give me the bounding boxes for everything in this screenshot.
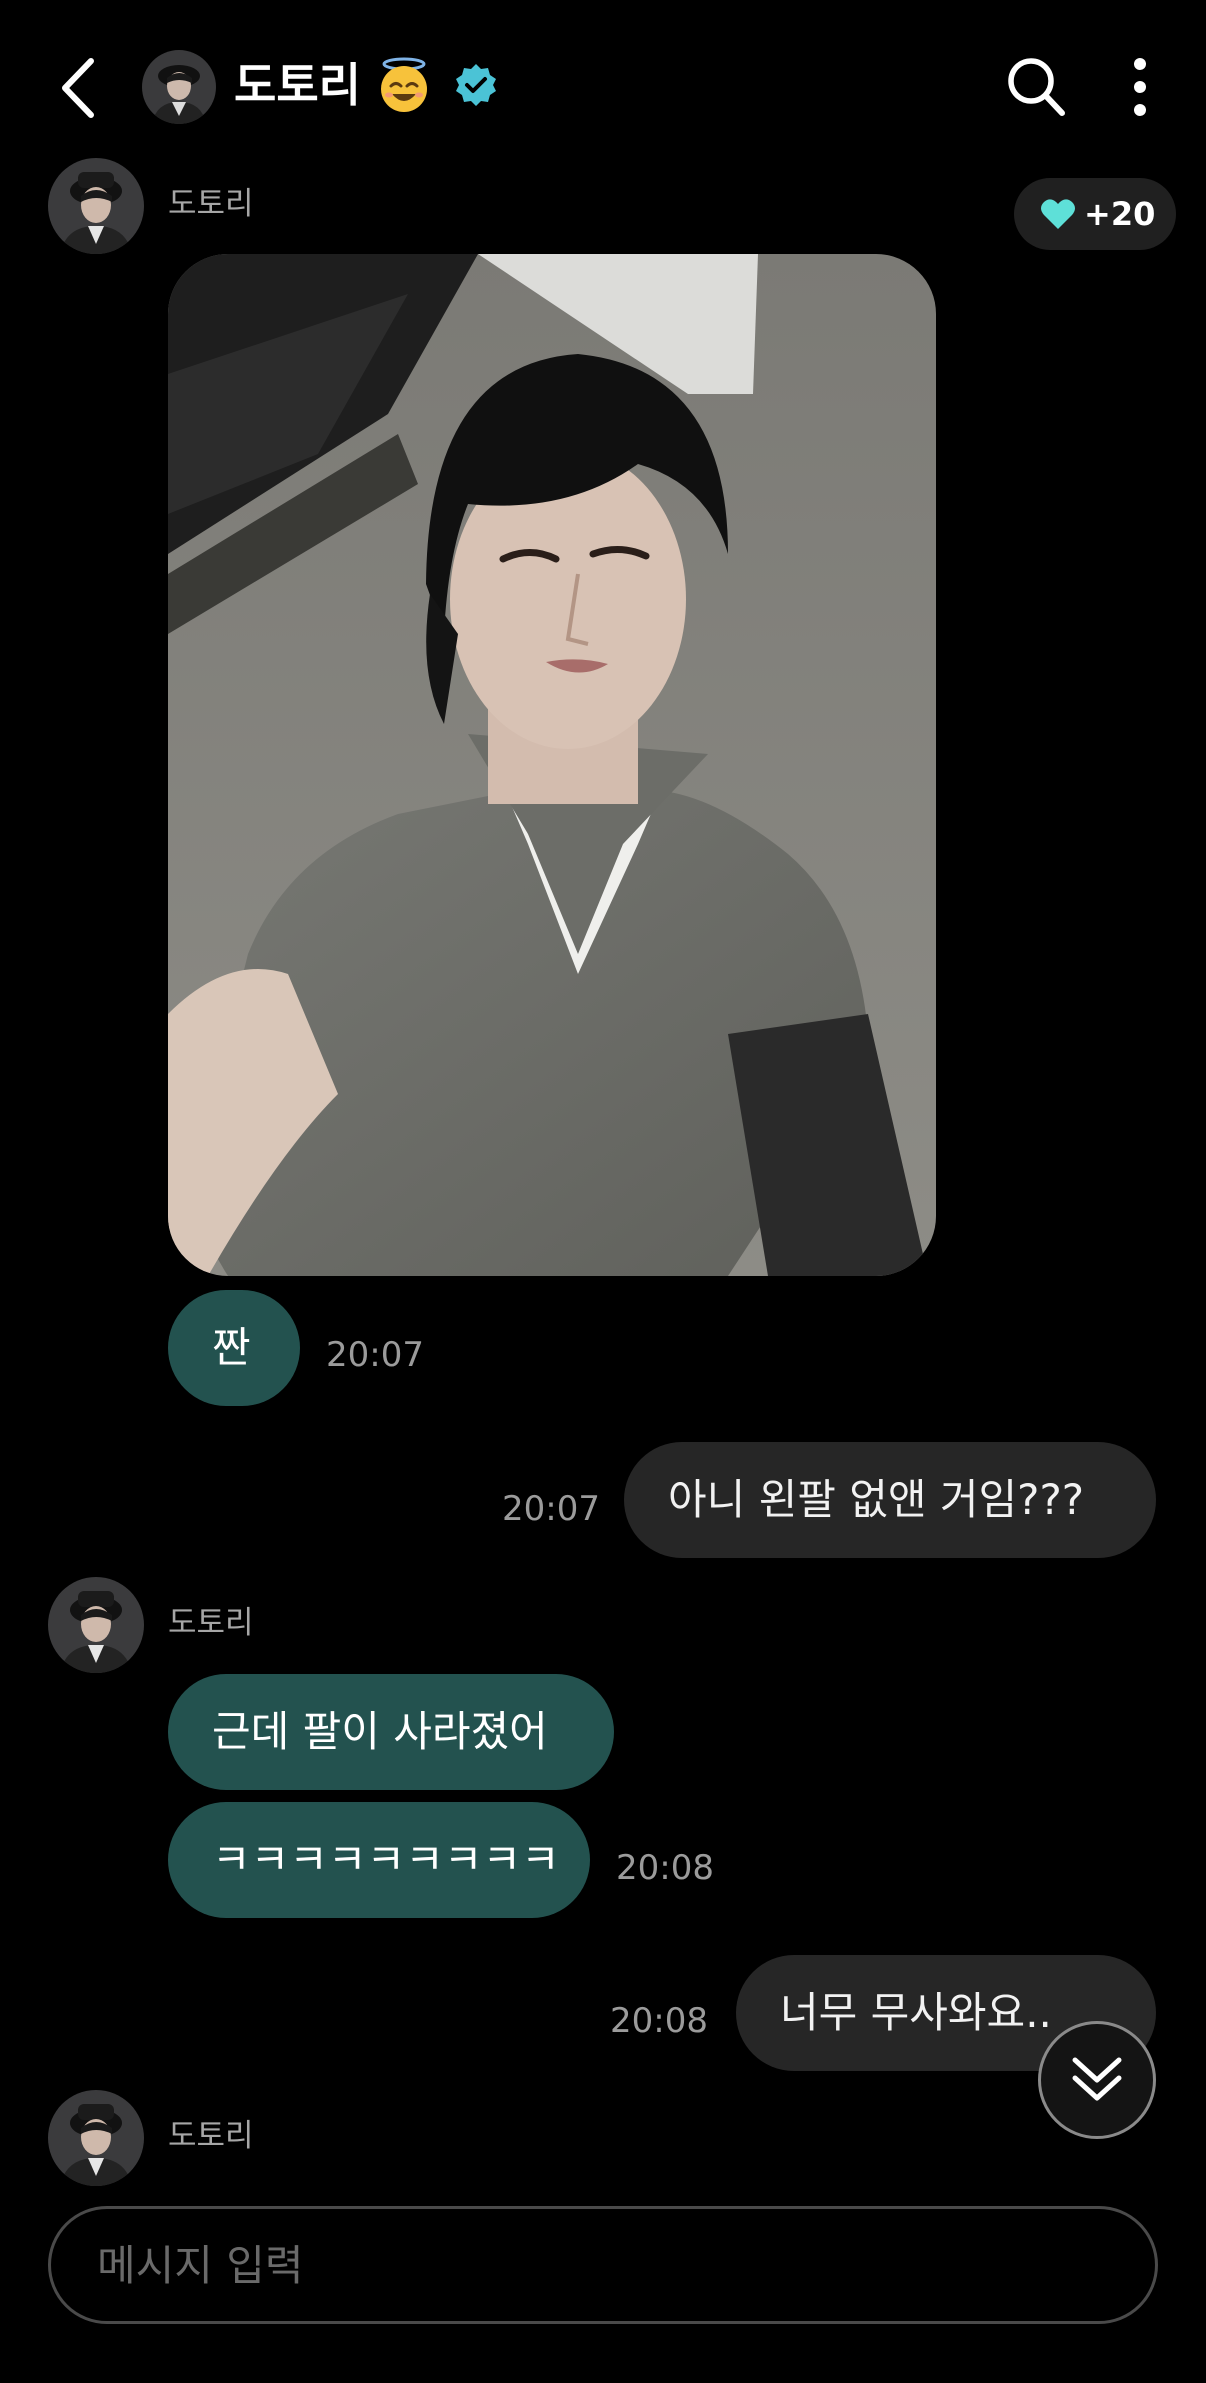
scroll-to-bottom-button[interactable] bbox=[1038, 2021, 1156, 2139]
more-vertical-icon bbox=[1134, 58, 1146, 116]
message-text: 근데 팔이 사라졌어 bbox=[212, 1707, 548, 1756]
verified-badge-icon bbox=[453, 62, 499, 108]
search-button[interactable] bbox=[1006, 56, 1066, 118]
message-composer bbox=[48, 2206, 1158, 2324]
sender-avatar[interactable] bbox=[48, 158, 144, 254]
halo-emoji-icon bbox=[375, 56, 433, 114]
search-icon bbox=[1008, 58, 1065, 116]
message-timestamp: 20:08 bbox=[610, 2001, 708, 2041]
message-text: ㅋㅋㅋㅋㅋㅋㅋㅋㅋ bbox=[212, 1835, 560, 1884]
back-button[interactable] bbox=[55, 55, 105, 121]
reaction-count: +20 bbox=[1084, 195, 1156, 233]
reaction-count-button[interactable]: +20 bbox=[1014, 178, 1176, 250]
sender-name: 도토리 bbox=[168, 186, 254, 222]
message-timestamp: 20:08 bbox=[616, 1848, 714, 1888]
page-title: 도토리 bbox=[234, 58, 361, 112]
double-chevron-down-icon bbox=[1072, 2057, 1122, 2101]
my-message-bubble[interactable]: 아니 왼팔 없앤 거임??? bbox=[624, 1442, 1156, 1558]
message-timestamp: 20:07 bbox=[326, 1335, 424, 1375]
message-text: 짠 bbox=[212, 1323, 251, 1372]
artist-message-bubble[interactable]: ㅋㅋㅋㅋㅋㅋㅋㅋㅋ bbox=[168, 1802, 590, 1918]
selfie-photo[interactable] bbox=[168, 254, 936, 1276]
artist-message-bubble[interactable]: 근데 팔이 사라졌어 bbox=[168, 1674, 614, 1790]
message-timestamp: 20:07 bbox=[502, 1489, 600, 1529]
more-options-button[interactable] bbox=[1124, 56, 1156, 118]
sender-name: 도토리 bbox=[168, 2118, 254, 2154]
message-text: 아니 왼팔 없앤 거임??? bbox=[668, 1475, 1085, 1524]
artist-message-bubble[interactable]: 짠 bbox=[168, 1290, 300, 1406]
back-arrow-icon bbox=[62, 58, 94, 118]
chat-header: 도토리 bbox=[0, 0, 1206, 160]
heart-icon bbox=[1041, 199, 1075, 229]
sender-name: 도토리 bbox=[168, 1605, 254, 1641]
message-text: 너무 무사와요.. bbox=[780, 1988, 1052, 2037]
header-avatar[interactable] bbox=[142, 50, 216, 124]
message-input[interactable] bbox=[97, 2209, 1097, 2321]
sender-avatar[interactable] bbox=[48, 1577, 144, 1673]
sender-avatar[interactable] bbox=[48, 2090, 144, 2186]
